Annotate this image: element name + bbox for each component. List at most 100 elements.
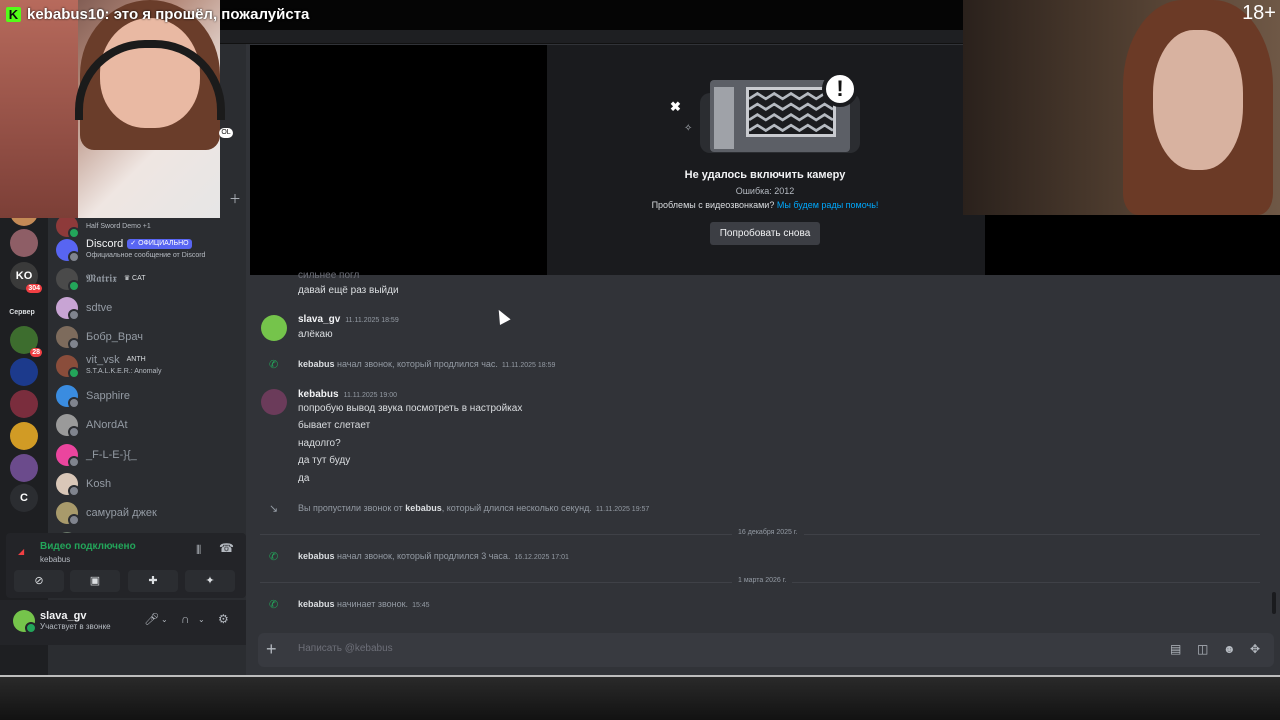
message-line: надолго?	[298, 438, 341, 449]
apps-icon[interactable]: ✥	[1250, 642, 1260, 656]
dm-name: Бобр_Врач	[86, 330, 143, 343]
dm-item[interactable]: Kosh	[52, 470, 242, 498]
server-icon[interactable]	[10, 454, 38, 482]
server-icon[interactable]	[10, 390, 38, 418]
call-text: начал звонок, который продлился 3 часа.	[337, 551, 511, 561]
dm-name: Sapphire	[86, 389, 131, 402]
camera-help-prefix: Проблемы с видеозвонками?	[651, 200, 775, 210]
scrollbar-thumb[interactable]	[1272, 592, 1276, 614]
player-bottom-bar	[0, 675, 1280, 720]
server-icon[interactable]: 28	[10, 326, 42, 357]
call-user[interactable]: kebabus	[298, 359, 335, 369]
call-text: начал звонок, который продлился час.	[337, 359, 498, 369]
server-icon-label: С	[20, 492, 28, 504]
emoji-icon[interactable]: ☻	[1223, 642, 1236, 656]
avatar	[56, 215, 80, 239]
avatar	[56, 326, 80, 350]
camera-help-link[interactable]: Мы будем рады помочь!	[777, 200, 879, 210]
avatar[interactable]	[261, 389, 287, 415]
sticker-icon[interactable]: ◫	[1197, 642, 1208, 656]
message-input[interactable]: Написать @kebabus	[298, 643, 393, 654]
signal-icon[interactable]: ◢	[18, 547, 28, 557]
user-status: Участвует в звонке	[40, 622, 111, 631]
disconnect-icon[interactable]: ☎	[219, 541, 234, 555]
guest-webcam-right	[963, 0, 1280, 215]
server-icon[interactable]: Сервер	[9, 291, 38, 319]
date-divider: 16 декабря 2025 г.	[260, 529, 1260, 536]
avatar[interactable]	[261, 315, 287, 341]
server-icon[interactable]	[10, 229, 38, 257]
message-header: kebabus 11.11.2025 19:00	[298, 389, 397, 400]
dm-name: ANordAt	[86, 418, 128, 431]
headphones-icon[interactable]: ∩	[181, 612, 190, 626]
microphone-icon[interactable]: 🎤︎	[144, 612, 159, 626]
call-phone-icon: ✆	[269, 599, 279, 611]
overlay-chip: OL	[219, 128, 233, 138]
dm-item[interactable]: sdtve	[52, 294, 242, 322]
dm-item[interactable]: Бобр_Врач	[52, 323, 242, 351]
server-icon[interactable]	[10, 358, 38, 386]
date-divider-label: 16 декабря 2025 г.	[732, 529, 804, 536]
missed-call-icon: ↘	[269, 503, 279, 515]
avatar	[56, 444, 80, 468]
message-line-cut: сильнее погл	[298, 270, 360, 281]
call-system-message: kebabus начинает звонок. 15:45	[298, 599, 430, 609]
server-icon[interactable]: KO 304	[10, 262, 42, 293]
user-name[interactable]: slava_gv	[40, 610, 86, 622]
chevron-down-icon[interactable]: ⌄	[198, 615, 205, 624]
camera-off-button[interactable]: ⊘	[14, 570, 64, 592]
message-author[interactable]: kebabus	[298, 389, 339, 400]
dm-name: sdtve	[86, 301, 113, 314]
message-composer: + Написать @kebabus ▤ ◫ ☻ ✥	[258, 633, 1274, 667]
soundboard-button[interactable]: ✦	[185, 570, 235, 592]
kick-logo-icon: K	[6, 6, 21, 22]
call-system-message: kebabus начал звонок, который продлился …	[298, 551, 569, 561]
dm-item[interactable]: ANordAt	[52, 411, 242, 439]
settings-gear-icon[interactable]: ⚙	[218, 612, 229, 626]
call-user[interactable]: kebabus	[298, 599, 335, 609]
avatar	[56, 385, 80, 409]
avatar	[56, 355, 80, 379]
activities-button[interactable]: ✚	[128, 570, 178, 592]
date-divider: 1 марта 2026 г.	[260, 577, 1260, 584]
dm-item[interactable]: самурай джек	[52, 499, 242, 527]
stream-title: K kebabus10: это я прошёл, пожалуйста	[6, 3, 309, 25]
noise-suppression-icon[interactable]: ⦀	[196, 543, 201, 558]
message-line: попробую вывод звука посмотреть в настро…	[298, 403, 523, 414]
avatar	[56, 473, 80, 497]
avatar[interactable]	[13, 610, 37, 634]
message-author[interactable]: slava_gv	[298, 314, 340, 325]
server-icon-label: KO	[15, 270, 33, 282]
dm-item[interactable]: Sapphire	[52, 382, 242, 410]
server-icon[interactable]	[10, 422, 38, 450]
missed-suffix: , который длился несколько секунд.	[441, 503, 592, 513]
dm-item[interactable]: _F-L-E-}{_	[52, 441, 242, 469]
share-screen-button[interactable]: ▣	[70, 570, 120, 592]
camera-error-panel: ✖ ✧ ✧ ! Не удалось включить камеру Оши	[630, 71, 900, 245]
call-user[interactable]: kebabus	[298, 551, 335, 561]
avatar	[56, 268, 80, 292]
chevron-down-icon[interactable]: ⌄	[161, 615, 168, 624]
missed-user[interactable]: kebabus	[405, 503, 442, 513]
voice-channel[interactable]: kebabus	[40, 555, 70, 564]
retry-button[interactable]: Попробовать снова	[709, 222, 821, 245]
add-dm-icon[interactable]: ＋	[229, 190, 241, 207]
date-divider-label: 1 марта 2026 г.	[732, 577, 793, 584]
gif-icon[interactable]: ▤	[1170, 642, 1181, 656]
dm-name: 𝕸𝖆𝖙𝖗𝖎𝖝 ♛ CAT	[86, 273, 149, 285]
message-line: давай ещё раз выйди	[298, 285, 399, 296]
attach-plus-icon[interactable]: +	[266, 639, 277, 659]
dm-item[interactable]: vit_vsk ANTH S.T.A.L.K.E.R.: Anomaly	[52, 352, 242, 380]
call-timestamp: 15:45	[412, 602, 430, 609]
dm-item[interactable]: 𝕸𝖆𝖙𝖗𝖎𝖝 ♛ CAT	[52, 265, 242, 293]
message-timestamp: 11.11.2025 18:59	[345, 317, 399, 324]
dm-item[interactable]: Discord ✓ ОФИЦИАЛЬНО Официальное сообщение…	[52, 236, 242, 264]
call-phone-icon: ✆	[269, 551, 279, 563]
call-system-message: kebabus начал звонок, который продлился …	[298, 359, 555, 369]
missed-prefix: Вы пропустили звонок от	[298, 503, 403, 513]
user-panel: slava_gv Участвует в звонке 🎤︎ ⌄ ∩ ⌄ ⚙	[0, 600, 246, 645]
voice-connection-panel: ◢ Видео подключено kebabus ⦀ ☎ ⊘ ▣ ✚ ✦	[6, 533, 246, 598]
server-icon[interactable]: С	[10, 484, 38, 512]
stream-title-text: kebabus10: это я прошёл, пожалуйста	[27, 5, 310, 23]
avatar	[56, 239, 80, 263]
